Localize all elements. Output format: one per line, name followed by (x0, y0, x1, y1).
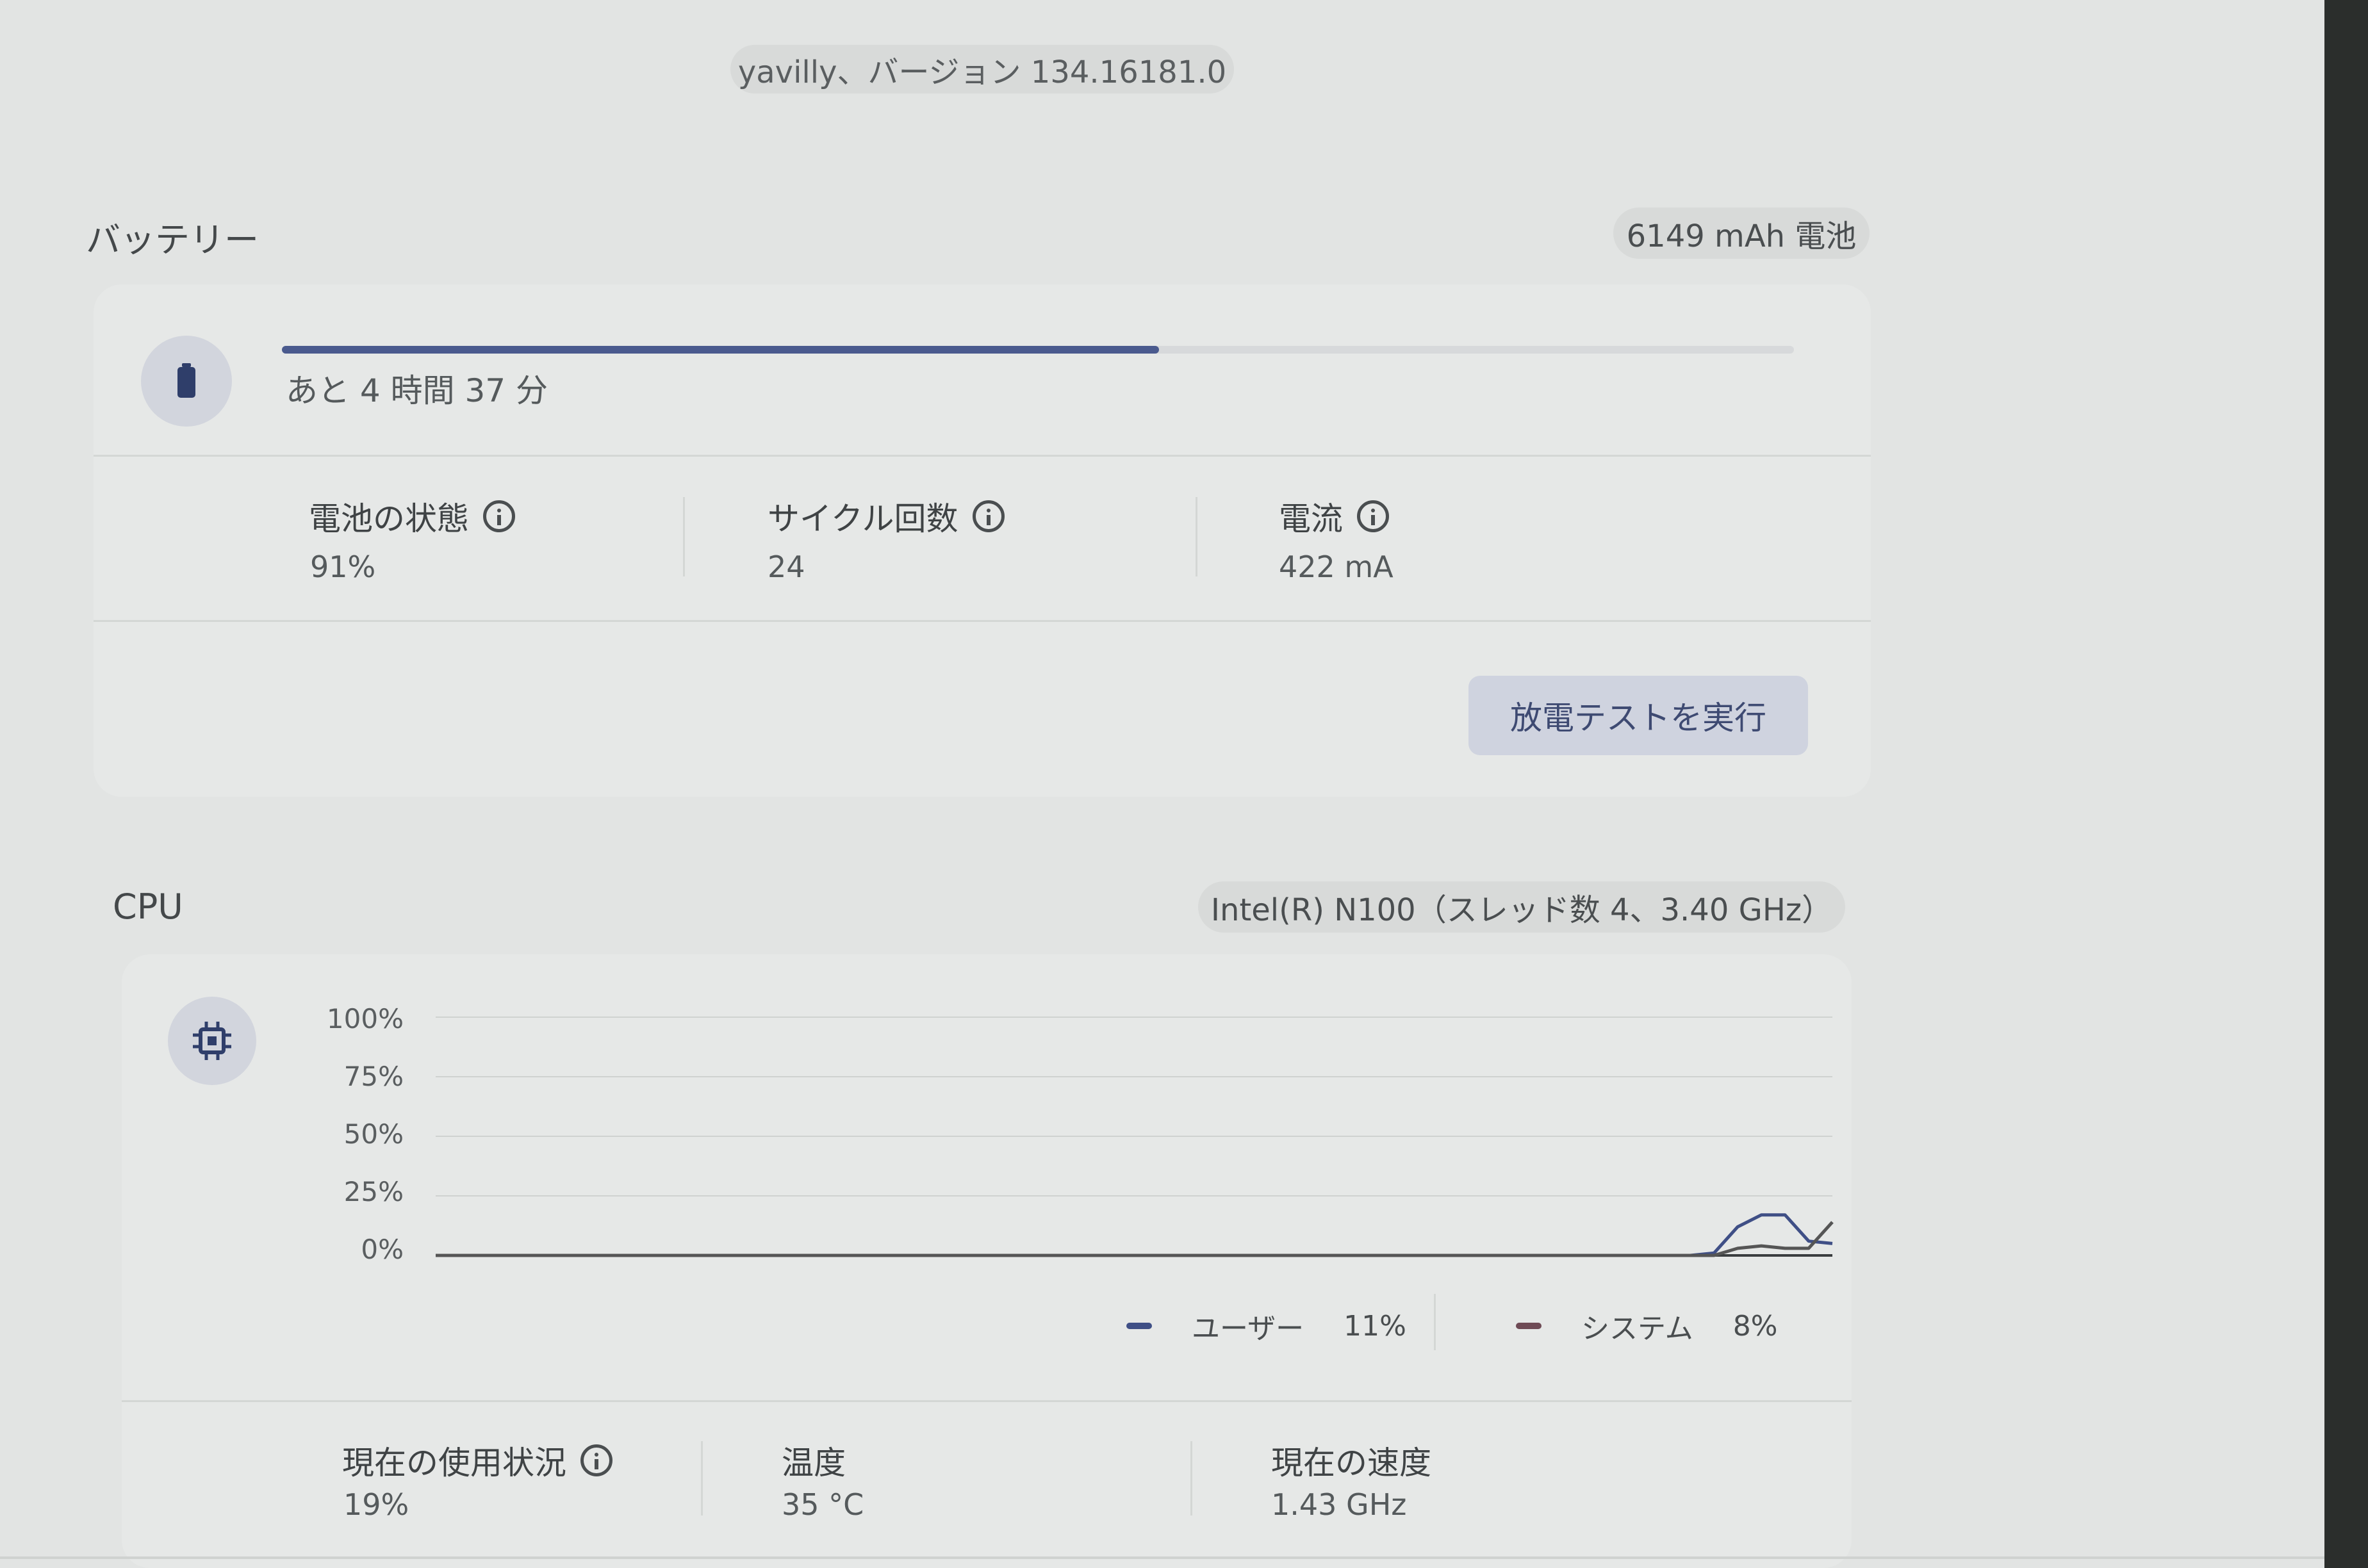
battery-section-title: バッテリー (86, 220, 259, 260)
current-speed-value: 1.43 GHz (1271, 1487, 1407, 1522)
battery-icon-circle (141, 336, 232, 427)
current-usage-label-text: 現在の使用状況 (342, 1444, 566, 1482)
battery-charge-fill (282, 346, 1159, 354)
info-icon[interactable] (580, 1444, 613, 1476)
current-label: 電流 (1279, 493, 1389, 539)
battery-capacity-chip: 6149 mAh 電池 (1613, 208, 1870, 259)
cycle-count-value: 24 (768, 550, 805, 584)
cpu-divider (122, 1400, 1852, 1402)
y-tick-25: 25% (343, 1176, 404, 1207)
version-text: yavilly、バージョン 134.16181.0 (737, 54, 1227, 90)
current-usage-value: 19% (343, 1487, 409, 1522)
info-icon[interactable] (1357, 500, 1389, 532)
cpu-stat-divider-2 (1190, 1441, 1192, 1515)
current-value: 422 mA (1279, 550, 1394, 584)
battery-health-value: 91% (310, 550, 376, 584)
legend-system-value: 8% (1732, 1309, 1778, 1343)
legend-system-swatch (1516, 1323, 1542, 1329)
legend-divider (1434, 1294, 1436, 1350)
battery-capacity-text: 6149 mAh 電池 (1626, 218, 1857, 254)
cpu-usage-chart (436, 1017, 1834, 1257)
screen-bezel (2324, 0, 2368, 1568)
battery-icon (177, 363, 195, 398)
battery-charge-bar (282, 346, 1794, 354)
info-icon[interactable] (483, 500, 515, 532)
battery-divider-top (94, 455, 1871, 457)
cpu-stat-divider-1 (701, 1441, 703, 1515)
cpu-model-text: Intel(R) N100（スレッド数 4、3.40 GHz） (1210, 892, 1833, 928)
y-tick-0: 0% (361, 1234, 404, 1265)
cycle-count-label-text: サイクル回数 (768, 500, 958, 537)
legend-system-name: システム (1581, 1312, 1693, 1345)
battery-stat-divider-1 (683, 497, 685, 576)
version-pill: yavilly、バージョン 134.16181.0 (730, 45, 1234, 94)
diagnostics-page: yavilly、バージョン 134.16181.0 バッテリー 6149 mAh… (0, 0, 2368, 1568)
battery-stat-divider-2 (1196, 497, 1197, 576)
current-label-text: 電流 (1279, 500, 1343, 537)
battery-health-label-text: 電池の状態 (309, 500, 469, 537)
run-discharge-test-button[interactable]: 放電テストを実行 (1468, 676, 1808, 755)
y-tick-100: 100% (326, 1003, 404, 1034)
series-line-system (436, 1221, 1834, 1257)
cycle-count-label: サイクル回数 (768, 493, 1005, 539)
battery-health-label: 電池の状態 (309, 493, 515, 539)
battery-time-remaining: あと 4 時間 37 分 (286, 372, 548, 409)
cpu-section-title: CPU (113, 886, 183, 927)
y-tick-75: 75% (343, 1061, 404, 1092)
legend-user: ユーザー 11% (1126, 1305, 1406, 1346)
legend-user-swatch (1126, 1323, 1152, 1329)
current-speed-label: 現在の速度 (1271, 1437, 1431, 1483)
current-usage-label: 現在の使用状況 (342, 1437, 613, 1483)
y-tick-50: 50% (343, 1118, 404, 1150)
current-speed-label-text: 現在の速度 (1271, 1444, 1431, 1482)
temperature-label: 温度 (782, 1437, 846, 1483)
battery-divider-bottom (94, 620, 1871, 622)
info-icon[interactable] (972, 500, 1005, 532)
cpu-icon (193, 1022, 231, 1060)
cpu-model-chip: Intel(R) N100（スレッド数 4、3.40 GHz） (1198, 881, 1845, 933)
legend-user-name: ユーザー (1192, 1312, 1304, 1345)
legend-user-value: 11% (1344, 1309, 1406, 1343)
temperature-label-text: 温度 (782, 1444, 846, 1482)
temperature-value: 35 °C (782, 1487, 864, 1522)
cpu-icon-circle (168, 997, 256, 1085)
bottom-edge-line (0, 1556, 2324, 1559)
legend-system: システム 8% (1516, 1305, 1778, 1346)
series-line-user (436, 1213, 1833, 1257)
